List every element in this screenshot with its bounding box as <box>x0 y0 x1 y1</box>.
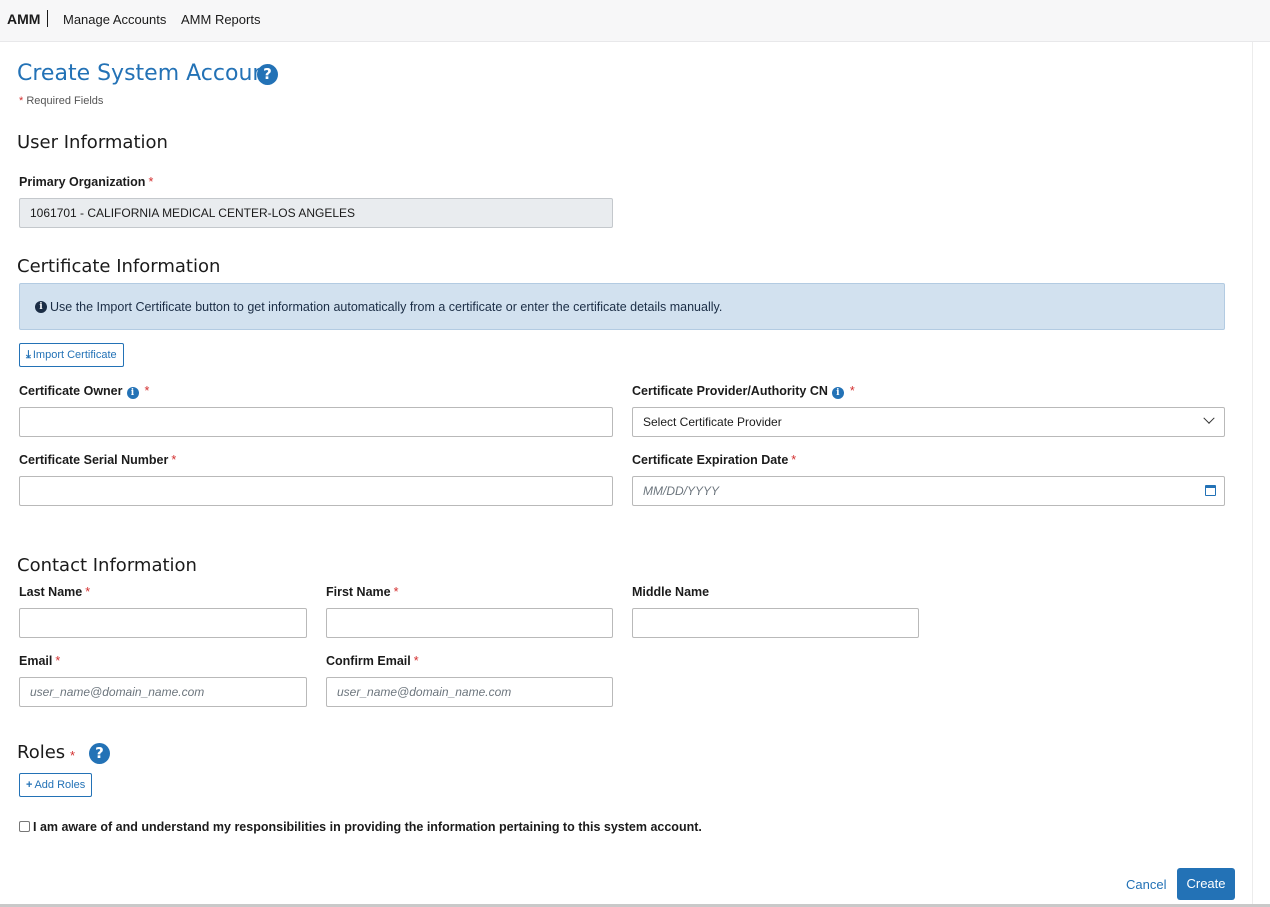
certificate-provider-label: Certificate Provider/Authority CN i * <box>632 384 855 399</box>
section-contact-information: Contact Information <box>17 555 197 576</box>
cancel-button[interactable]: Cancel <box>1126 877 1166 892</box>
required-asterisk-icon: * <box>849 384 855 398</box>
certificate-serial-label-text: Certificate Serial Number <box>19 453 169 467</box>
nav-divider <box>47 10 48 27</box>
required-asterisk-icon: * <box>393 585 399 599</box>
middle-name-label: Middle Name <box>632 585 710 599</box>
agreement-label[interactable]: I am aware of and understand my responsi… <box>33 820 702 834</box>
certificate-expiration-label-text: Certificate Expiration Date <box>632 453 789 467</box>
certificate-provider-select[interactable]: Select Certificate Provider <box>632 407 1225 437</box>
required-asterisk-icon: * <box>171 453 177 467</box>
info-icon: i <box>35 301 47 313</box>
download-icon: ⤓ <box>26 349 31 361</box>
first-name-input[interactable] <box>326 608 613 638</box>
email-label-text: Email <box>19 654 53 668</box>
required-asterisk-icon: * <box>85 585 91 599</box>
email-placeholder: user_name@domain_name.com <box>30 685 205 699</box>
certificate-info-alert: i Use the Import Certificate button to g… <box>19 283 1225 330</box>
certificate-owner-info-icon[interactable]: i <box>126 387 139 399</box>
calendar-icon[interactable] <box>1205 485 1216 496</box>
certificate-provider-selected: Select Certificate Provider <box>643 415 782 429</box>
certificate-info-text: Use the Import Certificate button to get… <box>50 300 723 314</box>
certificate-provider-label-text: Certificate Provider/Authority CN <box>632 384 828 398</box>
agreement-checkbox[interactable] <box>19 821 30 832</box>
create-button[interactable]: Create <box>1177 868 1235 900</box>
confirm-email-input[interactable]: user_name@domain_name.com <box>326 677 613 707</box>
nav-amm-reports[interactable]: AMM Reports <box>181 12 260 27</box>
add-roles-button-label: Add Roles <box>34 779 86 791</box>
confirm-email-label: Confirm Email * <box>326 654 419 668</box>
required-asterisk-icon: * <box>70 748 76 763</box>
first-name-label: First Name * <box>326 585 398 599</box>
confirm-email-label-text: Confirm Email <box>326 654 411 668</box>
certificate-owner-label-text: Certificate Owner <box>19 384 123 398</box>
last-name-input[interactable] <box>19 608 307 638</box>
email-label: Email * <box>19 654 60 668</box>
required-asterisk-icon: * <box>148 175 154 189</box>
content-right-border <box>1252 42 1253 907</box>
required-asterisk-icon: * <box>55 654 61 668</box>
certificate-expiration-input[interactable]: MM/DD/YYYY <box>632 476 1225 506</box>
certificate-expiration-label: Certificate Expiration Date * <box>632 453 796 467</box>
add-roles-button[interactable]: + Add Roles <box>19 773 93 797</box>
certificate-owner-label: Certificate Owner i * <box>19 384 149 399</box>
page-title: Create System Account <box>17 61 275 86</box>
expiration-placeholder: MM/DD/YYYY <box>643 484 720 498</box>
nav-manage-accounts[interactable]: Manage Accounts <box>63 12 166 27</box>
roles-help-icon[interactable]: ? <box>89 743 110 764</box>
help-icon[interactable]: ? <box>257 64 278 85</box>
certificate-owner-input[interactable] <box>19 407 613 437</box>
required-asterisk-icon: * <box>144 384 150 398</box>
certificate-serial-input[interactable] <box>19 476 613 506</box>
required-fields-text: Required Fields <box>26 95 104 107</box>
required-asterisk-icon: * <box>19 95 24 107</box>
confirm-email-placeholder: user_name@domain_name.com <box>337 685 512 699</box>
last-name-label-text: Last Name <box>19 585 83 599</box>
first-name-label-text: First Name <box>326 585 391 599</box>
required-asterisk-icon: * <box>791 453 797 467</box>
primary-organization-field: 1061701 - CALIFORNIA MEDICAL CENTER-LOS … <box>19 198 613 228</box>
section-certificate-information: Certificate Information <box>17 256 221 277</box>
email-input[interactable]: user_name@domain_name.com <box>19 677 307 707</box>
section-roles: Roles <box>17 742 66 763</box>
middle-name-input[interactable] <box>632 608 919 638</box>
last-name-label: Last Name * <box>19 585 90 599</box>
required-fields-note: * Required Fields <box>19 95 103 107</box>
primary-organization-label-text: Primary Organization <box>19 175 146 189</box>
plus-icon: + <box>26 779 33 791</box>
app-brand[interactable]: AMM <box>7 11 40 27</box>
certificate-provider-info-icon[interactable]: i <box>831 387 844 399</box>
section-user-information: User Information <box>17 132 168 153</box>
certificate-serial-label: Certificate Serial Number * <box>19 453 176 467</box>
chevron-down-icon <box>1203 412 1215 424</box>
import-certificate-button[interactable]: ⤓ Import Certificate <box>19 343 124 367</box>
import-certificate-button-label: Import Certificate <box>32 349 117 361</box>
primary-organization-label: Primary Organization * <box>19 175 153 189</box>
required-asterisk-icon: * <box>413 654 419 668</box>
top-navbar: AMM Manage Accounts AMM Reports <box>0 0 1270 42</box>
